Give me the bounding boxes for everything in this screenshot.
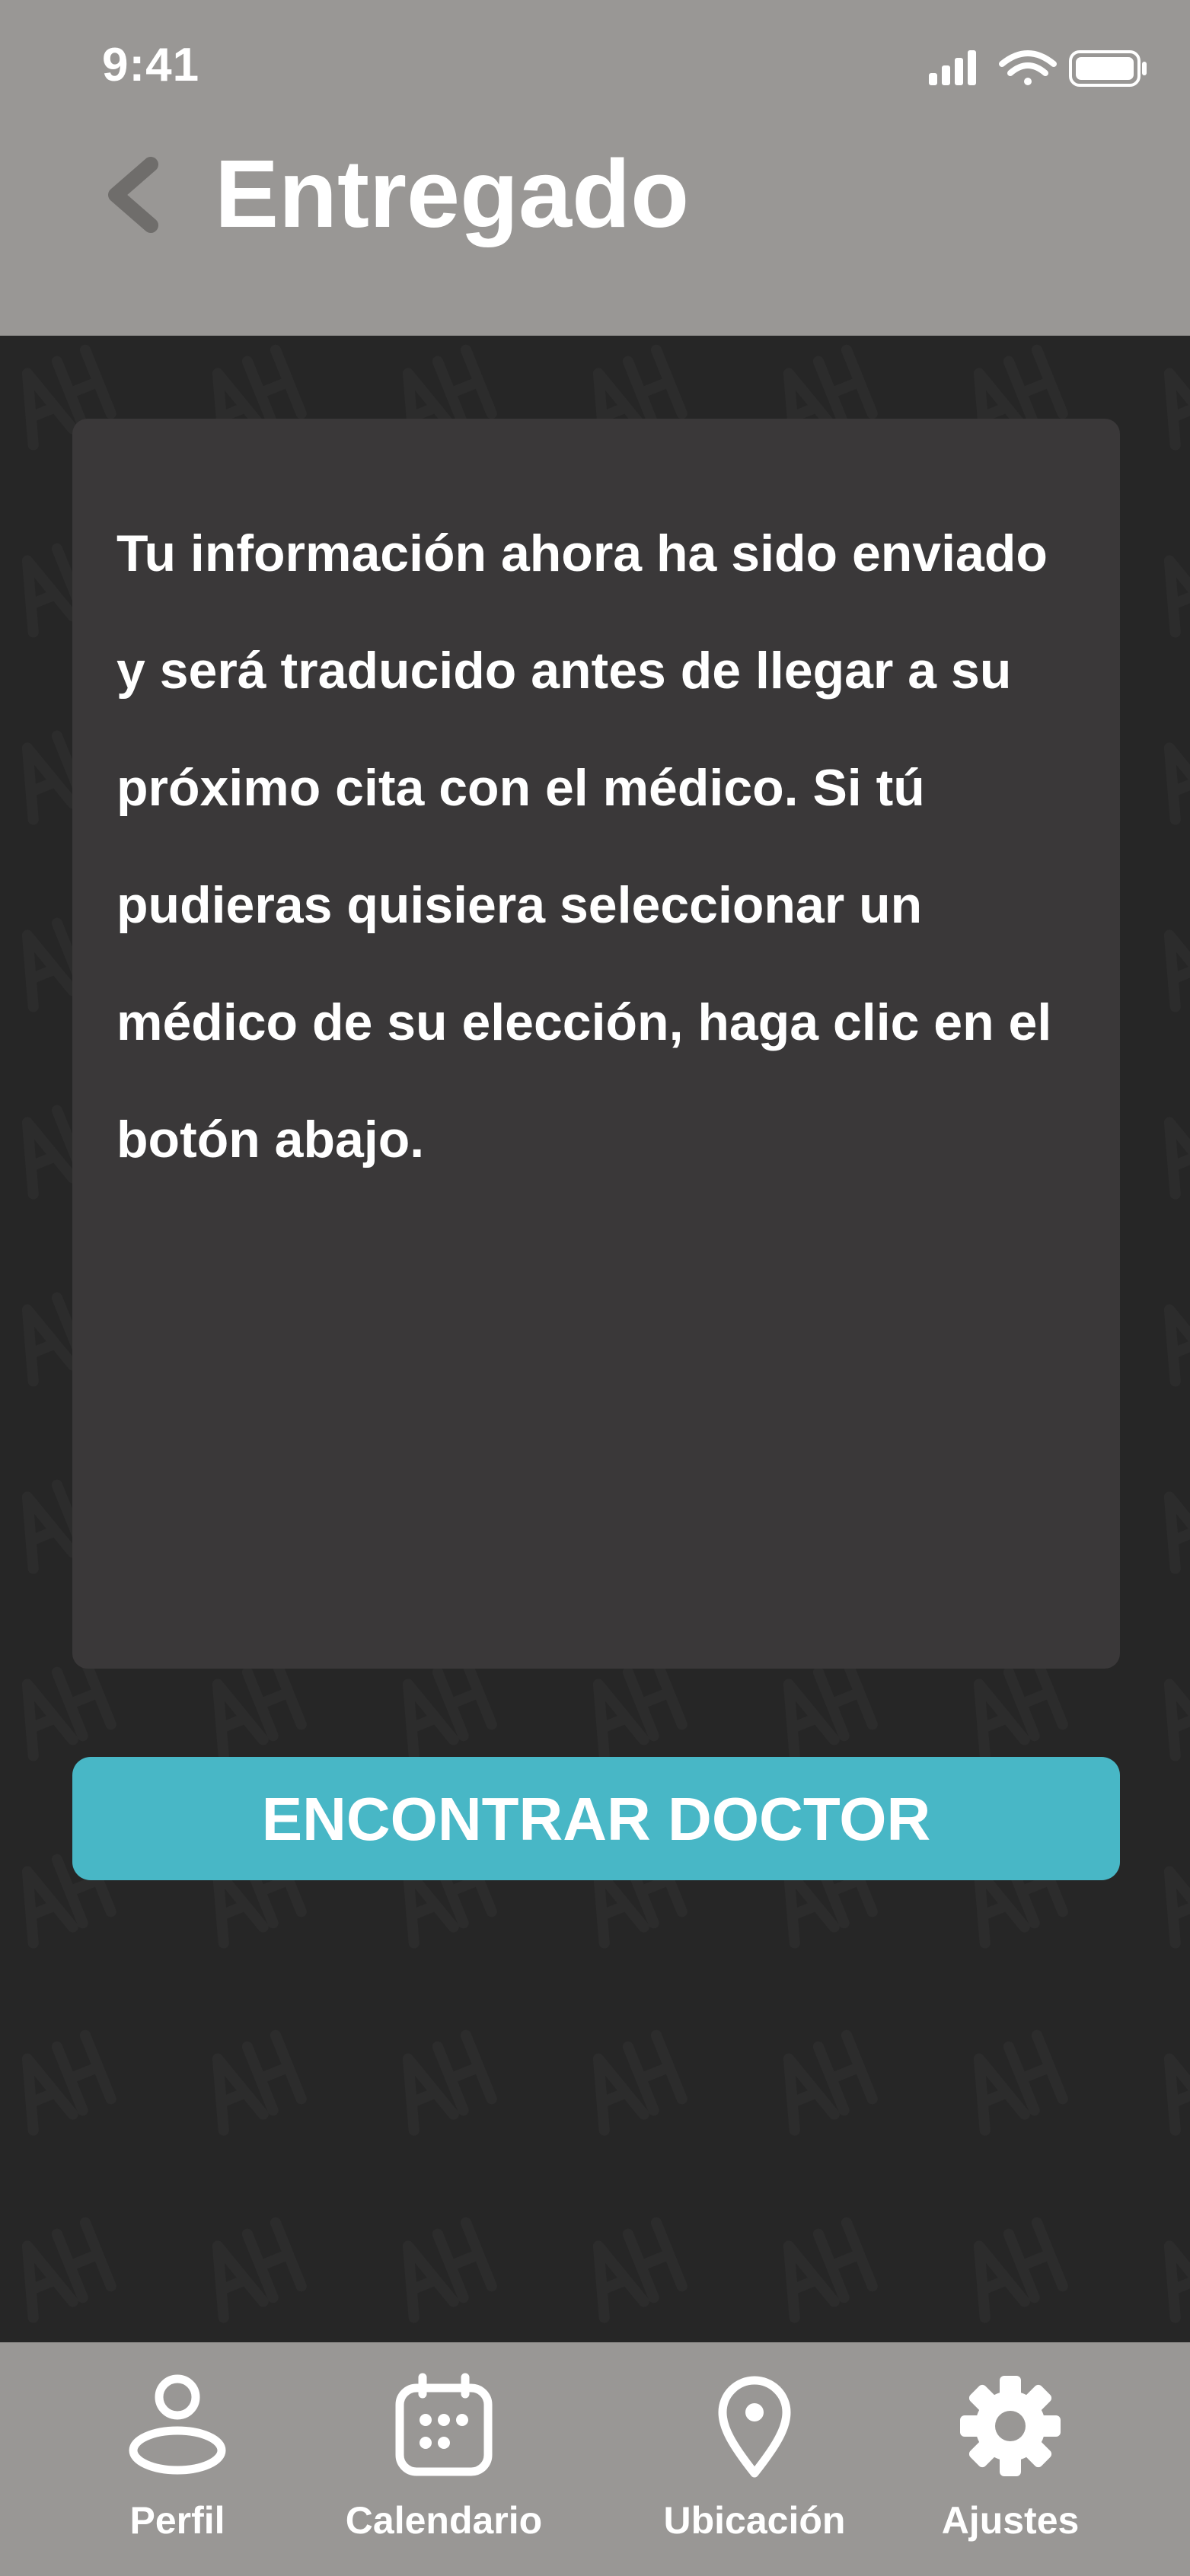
confirmation-message: Tu información ahora ha sido enviado y s… xyxy=(116,524,1052,1168)
profile-icon xyxy=(129,2374,226,2475)
nav-label-ajustes: Ajustes xyxy=(941,2499,1080,2542)
nav-label-ubicacion: Ubicación xyxy=(663,2499,846,2542)
location-pin-icon xyxy=(718,2376,791,2478)
status-icons xyxy=(929,50,1147,87)
nav-item-ajustes[interactable]: Ajustes xyxy=(927,2342,1094,2576)
status-time: 9:41 xyxy=(102,39,200,91)
nav-item-calendario[interactable]: Calendario xyxy=(330,2342,558,2576)
app-header: 9:41 Entregado xyxy=(0,0,1190,336)
battery-icon xyxy=(1069,50,1147,87)
calendar-icon xyxy=(395,2373,493,2476)
nav-item-ubicacion[interactable]: Ubicación xyxy=(640,2342,869,2576)
back-button[interactable] xyxy=(99,152,167,236)
gear-icon xyxy=(960,2376,1061,2476)
bottom-nav: Perfil Calendario Ubicación Ajustes xyxy=(0,2342,1190,2576)
app-screen: 9:41 Entregado Tu información ahora ha s… xyxy=(0,0,1190,2576)
page-title: Entregado xyxy=(215,140,690,247)
nav-label-calendario: Calendario xyxy=(345,2499,543,2542)
chevron-left-icon xyxy=(108,157,158,233)
signal-icon xyxy=(929,50,976,85)
wifi-icon xyxy=(999,50,1057,85)
find-doctor-button[interactable]: ENCONTRAR DOCTOR xyxy=(72,1757,1120,1880)
message-card: Tu información ahora ha sido enviado y s… xyxy=(72,419,1120,1669)
nav-label-perfil: Perfil xyxy=(129,2499,225,2542)
nav-item-perfil[interactable]: Perfil xyxy=(101,2342,254,2576)
